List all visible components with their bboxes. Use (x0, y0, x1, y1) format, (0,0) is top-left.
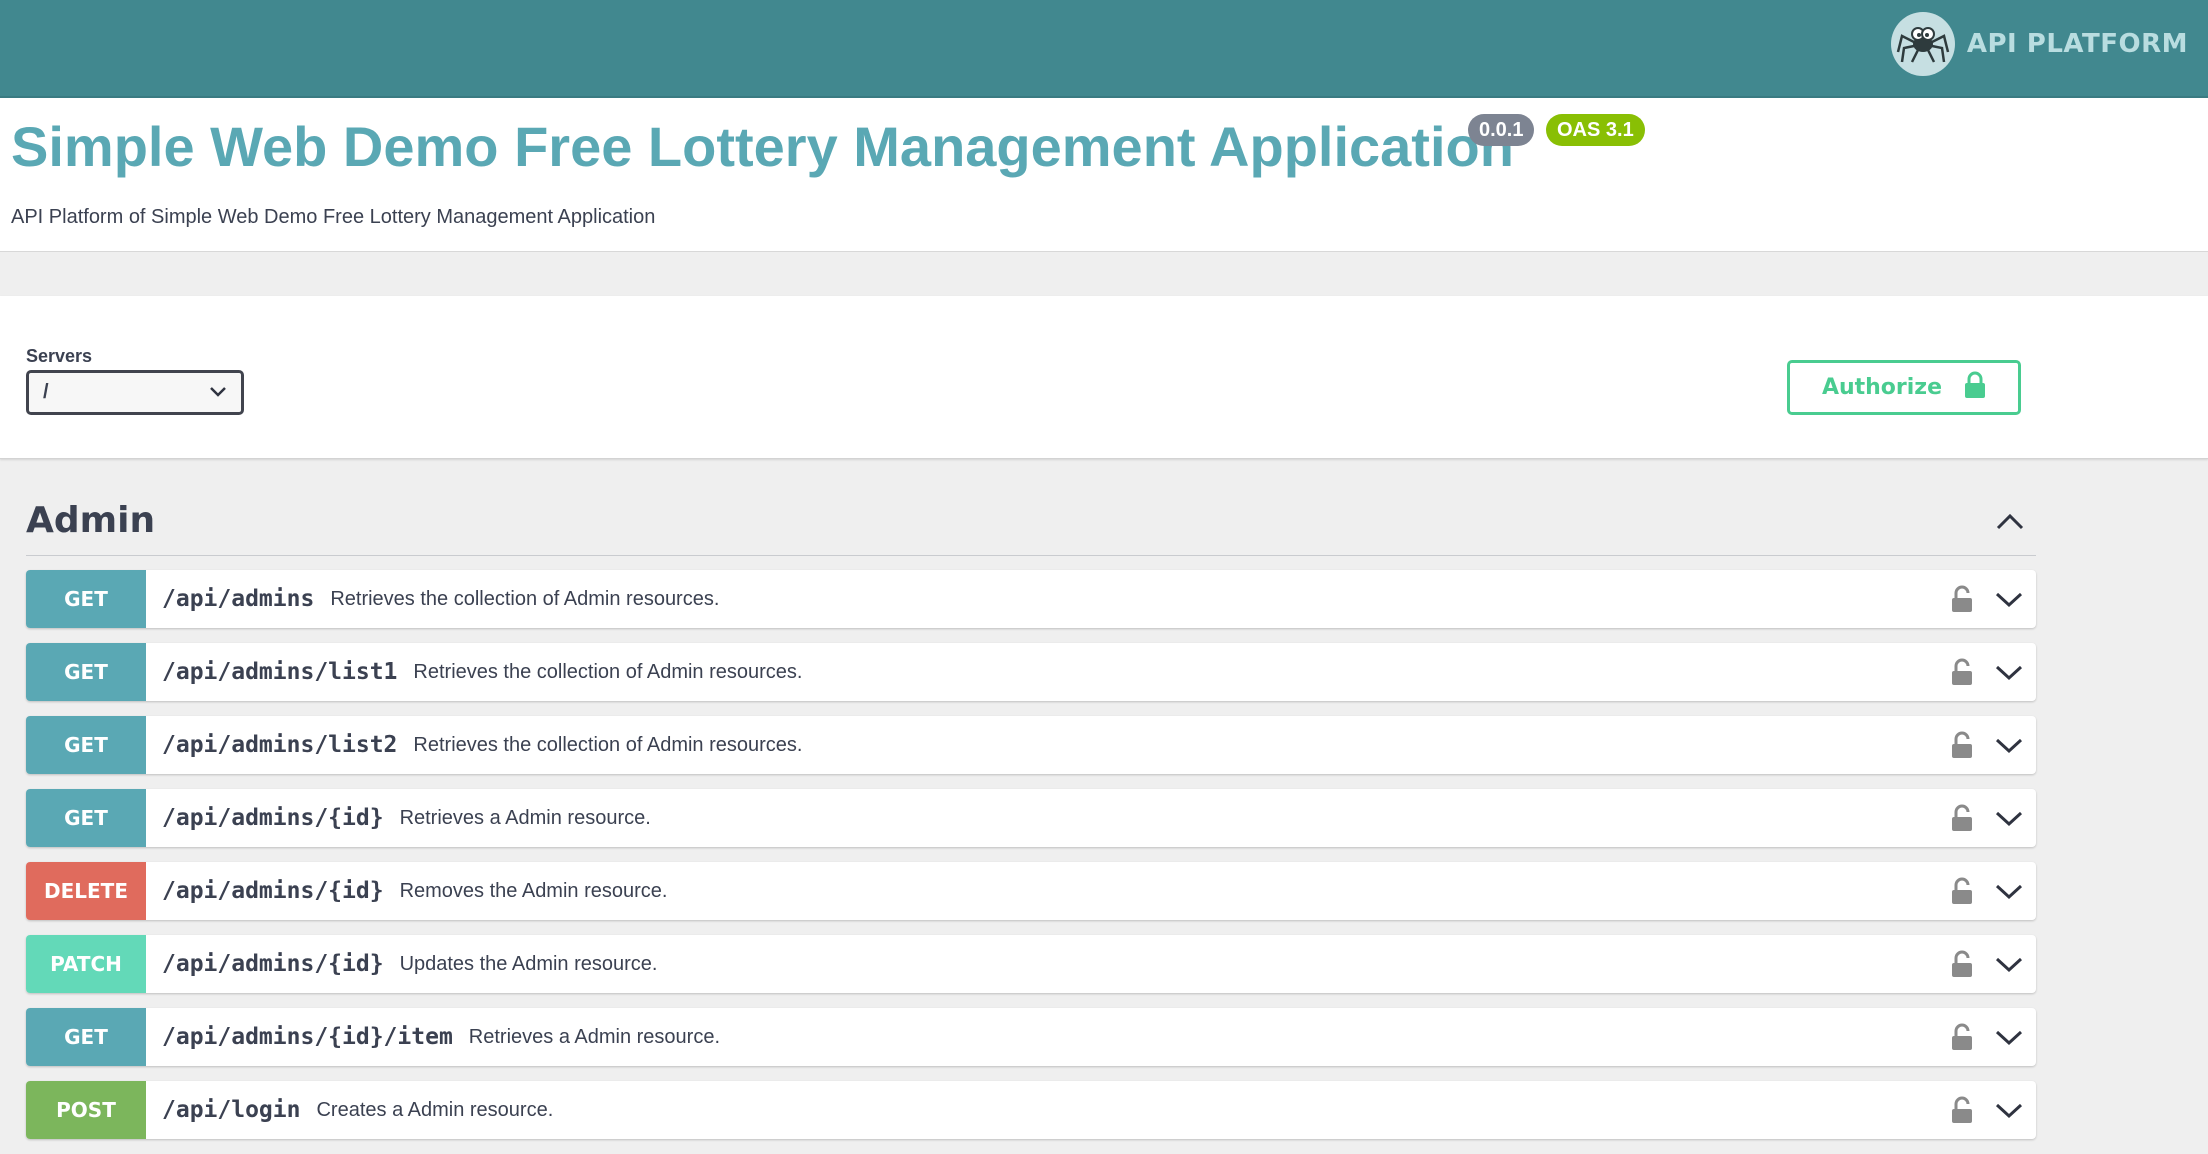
operation-row[interactable]: DELETE/api/admins/{id} Removes the Admin … (26, 862, 2036, 920)
method-badge: GET (26, 570, 146, 628)
lock-icon[interactable] (1950, 1096, 1974, 1124)
operation-row[interactable]: GET/api/admins/list2 Retrieves the collec… (26, 716, 2036, 774)
top-bar: API PLATFORM (0, 0, 2208, 98)
chevron-down-icon[interactable] (1994, 1023, 2024, 1051)
lock-icon[interactable] (1950, 658, 1974, 686)
chevron-down-icon[interactable] (1994, 585, 2024, 613)
operation-path: /api/login (162, 1097, 301, 1123)
brand-text: API PLATFORM (1966, 29, 2188, 59)
brand[interactable]: API PLATFORM (1890, 12, 2188, 76)
operation-row[interactable]: POST/api/login Creates a Admin resource. (26, 1081, 2036, 1139)
operation-summary: Retrieves the collection of Admin resour… (330, 587, 720, 610)
operation-path: /api/admins/list1 (162, 659, 398, 685)
operation-path: /api/admins/{id} (162, 878, 384, 904)
chevron-down-icon[interactable] (1994, 950, 2024, 978)
lock-icon[interactable] (1950, 1023, 1974, 1051)
operation-summary: Retrieves a Admin resource. (468, 1025, 721, 1048)
operation-path: /api/admins/list2 (162, 732, 398, 758)
version-badge: 0.0.1 (1468, 114, 1535, 146)
lock-icon[interactable] (1950, 877, 1974, 905)
servers-select[interactable]: / (26, 370, 244, 415)
chevron-down-icon (209, 381, 227, 404)
operation-path: /api/admins (162, 586, 315, 612)
operation-row[interactable]: PATCH/api/admins/{id} Updates the Admin r… (26, 935, 2036, 993)
chevron-down-icon[interactable] (1994, 804, 2024, 832)
tag-admin-header[interactable]: Admin (26, 500, 2036, 556)
lock-icon (1964, 371, 1986, 405)
method-badge: GET (26, 1008, 146, 1066)
operation-path: /api/admins/{id} (162, 951, 384, 977)
operation-summary: Creates a Admin resource. (316, 1098, 554, 1121)
method-badge: GET (26, 716, 146, 774)
method-badge: GET (26, 789, 146, 847)
oas-badge: OAS 3.1 (1546, 114, 1645, 146)
operation-path: /api/admins/{id} (162, 805, 384, 831)
operation-path: /api/admins/{id}/item (162, 1024, 453, 1050)
operation-summary: Updates the Admin resource. (399, 952, 658, 975)
operation-summary: Removes the Admin resource. (399, 879, 668, 902)
lock-icon[interactable] (1950, 731, 1974, 759)
operation-summary: Retrieves the collection of Admin resour… (413, 660, 803, 683)
method-badge: DELETE (26, 862, 146, 920)
operation-row[interactable]: GET/api/admins Retrieves the collection o… (26, 570, 2036, 628)
spider-icon (1890, 12, 1955, 76)
chevron-down-icon[interactable] (1994, 1096, 2024, 1124)
scheme-container: Servers / Authorize (0, 296, 2208, 459)
chevron-up-icon[interactable] (1994, 506, 2026, 538)
method-badge: PATCH (26, 935, 146, 993)
operation-summary: Retrieves a Admin resource. (399, 806, 651, 829)
operations-list: GET/api/admins Retrieves the collection o… (26, 570, 2036, 1154)
tag-title: Admin (26, 500, 156, 541)
chevron-down-icon[interactable] (1994, 877, 2024, 905)
lock-icon[interactable] (1950, 585, 1974, 613)
servers-label: Servers (26, 346, 93, 366)
servers-selected-value: / (43, 381, 49, 403)
api-info: Simple Web Demo Free Lottery Management … (0, 98, 2208, 252)
operation-summary: Retrieves the collection of Admin resour… (413, 733, 803, 756)
api-description: API Platform of Simple Web Demo Free Lot… (11, 206, 656, 228)
authorize-label: Authorize (1821, 375, 1943, 400)
method-badge: POST (26, 1081, 146, 1139)
method-badge: GET (26, 643, 146, 701)
chevron-down-icon[interactable] (1994, 658, 2024, 686)
page-title: Simple Web Demo Free Lottery Management … (11, 115, 1514, 178)
operation-row[interactable]: GET/api/admins/{id} Retrieves a Admin res… (26, 789, 2036, 847)
operation-row[interactable]: GET/api/admins/{id}/item Retrieves a Admi… (26, 1008, 2036, 1066)
chevron-down-icon[interactable] (1994, 731, 2024, 759)
authorize-button[interactable]: Authorize (1787, 360, 2021, 415)
lock-icon[interactable] (1950, 950, 1974, 978)
lock-icon[interactable] (1950, 804, 1974, 832)
operation-row[interactable]: GET/api/admins/list1 Retrieves the collec… (26, 643, 2036, 701)
